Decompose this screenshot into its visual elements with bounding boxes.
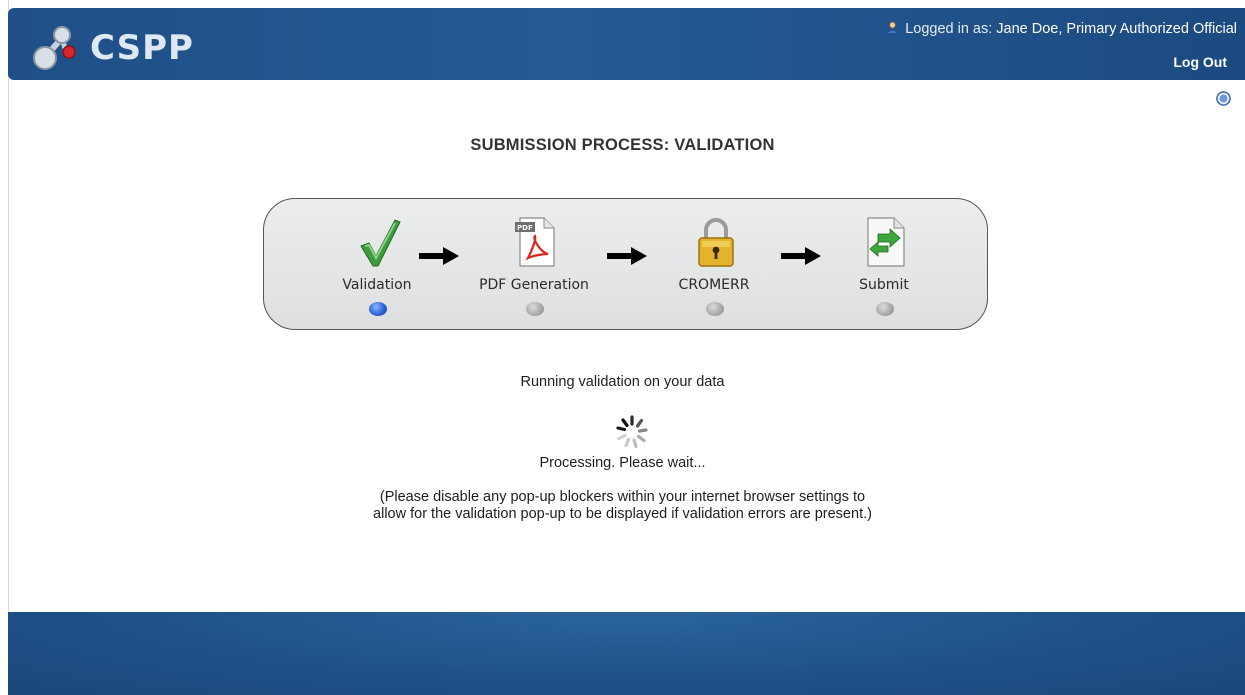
header-bar: CSPP Logged in as: Jane Doe, Primary Aut… [8,8,1245,80]
step-status-dot-active [369,302,387,316]
step-label: Submit [859,277,909,293]
step-label: CROMERR [678,277,750,293]
processing-text: Processing. Please wait... [539,455,706,471]
popup-blocker-note-line1: (Please disable any pop-up blockers with… [379,489,866,505]
submission-steps: Validation PDF PDF Generation CROMERR Su… [263,198,988,330]
step-status-dot-pending [876,302,894,316]
logo-text: CSPP [90,28,194,68]
running-validation-text: Running validation on your data [520,374,725,390]
cspp-logo[interactable]: CSPP [32,22,212,72]
help-icon[interactable] [1216,91,1231,106]
arrow-right-icon [781,247,821,265]
step-label: PDF Generation [479,277,589,293]
logout-link[interactable]: Log Out [1173,54,1227,70]
lock-icon [698,218,734,267]
user-icon [886,21,900,34]
svg-text:PDF: PDF [517,224,533,232]
checkmark-icon [360,219,401,267]
step-status-dot-pending [526,302,544,316]
arrow-right-icon [419,247,459,265]
footer-bar [8,612,1245,695]
left-border [0,0,9,695]
loading-spinner-icon [616,415,648,449]
pdf-icon: PDF [515,217,555,267]
arrow-right-icon [607,247,647,265]
logged-in-info: Logged in as: Jane Doe, Primary Authoriz… [886,21,1237,37]
molecule-icon [33,26,76,70]
submit-document-icon [867,217,905,267]
step-status-dot-pending [706,302,724,316]
user-name: Jane Doe, Primary Authorized Official [996,21,1237,37]
step-label: Validation [342,277,412,293]
popup-blocker-note-line2: allow for the validation pop-up to be di… [373,506,872,522]
logged-in-prefix: Logged in as: [905,21,993,37]
page-title: SUBMISSION PROCESS: VALIDATION [470,136,775,154]
